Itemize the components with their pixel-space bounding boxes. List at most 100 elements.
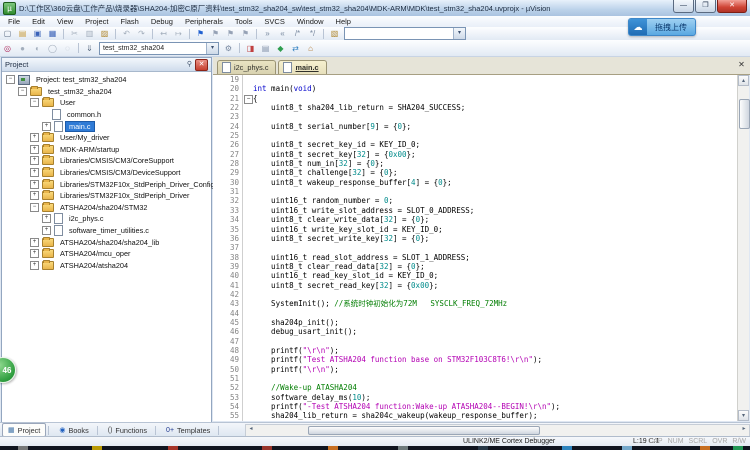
tree-item[interactable]: +Libraries/CMSIS/CM3/DeviceSupport <box>2 167 211 179</box>
tree-item[interactable]: common.h <box>2 109 211 121</box>
tree-item[interactable]: +Libraries/STM32F10x_StdPeriph_Driver <box>2 190 211 202</box>
panel-tab-books[interactable]: ◉Books <box>53 423 94 437</box>
disable-all-breakpoints-icon[interactable]: ◯ <box>46 43 59 54</box>
expand-icon[interactable]: + <box>42 214 51 223</box>
chevron-down-icon[interactable]: ▾ <box>206 43 218 54</box>
tree-item[interactable]: +ATSHA204/atsha204 <box>2 260 211 272</box>
horizontal-scroll-thumb[interactable] <box>308 426 540 435</box>
insert-bookmark-icon[interactable]: ⚑ <box>194 28 207 39</box>
redo-icon[interactable]: ↷ <box>135 28 148 39</box>
save-file-icon[interactable]: ▣ <box>31 28 44 39</box>
tree-item[interactable]: +software_timer_utilities.c <box>2 225 211 237</box>
unindent-icon[interactable]: « <box>276 28 289 39</box>
menu-edit[interactable]: Edit <box>26 17 51 26</box>
expand-icon[interactable]: + <box>42 226 51 235</box>
menu-file[interactable]: File <box>2 17 26 26</box>
close-button[interactable]: ✕ <box>717 0 747 13</box>
tree-item[interactable]: +User/My_driver <box>2 132 211 144</box>
file-extensions-icon[interactable]: ◆ <box>274 43 287 54</box>
expand-icon[interactable]: + <box>30 261 39 270</box>
tree-item[interactable]: −test_stm32_sha204 <box>2 86 211 98</box>
cut-icon[interactable]: ✂ <box>68 28 81 39</box>
target-select[interactable]: test_stm32_sha204▾ <box>99 42 219 55</box>
cloud-upload-button[interactable]: ☁ 拖拽上传 <box>628 18 696 36</box>
expand-icon[interactable]: + <box>42 122 51 131</box>
copy-icon[interactable]: ▥ <box>83 28 96 39</box>
pin-icon[interactable]: ⚲ <box>184 60 195 70</box>
menu-project[interactable]: Project <box>79 17 114 26</box>
chevron-down-icon[interactable]: ▾ <box>453 28 465 39</box>
enable-disable-breakpoint-icon[interactable]: ◐ <box>31 43 44 54</box>
menu-debug[interactable]: Debug <box>145 17 179 26</box>
minimize-button[interactable]: — <box>673 0 694 13</box>
expand-icon[interactable]: + <box>30 180 39 189</box>
menu-help[interactable]: Help <box>330 17 357 26</box>
expand-icon[interactable]: + <box>30 156 39 165</box>
scroll-right-icon[interactable]: ▸ <box>739 425 749 434</box>
flash-download-icon[interactable]: ⇓ <box>83 43 96 54</box>
uncomment-icon[interactable]: */ <box>306 28 319 39</box>
debug-session-icon[interactable]: ◎ <box>1 43 14 54</box>
menu-tools[interactable]: Tools <box>229 17 259 26</box>
manage-books-icon[interactable]: ▤ <box>259 43 272 54</box>
expand-icon[interactable]: + <box>30 191 39 200</box>
menu-flash[interactable]: Flash <box>115 17 145 26</box>
menu-svcs[interactable]: SVCS <box>258 17 290 26</box>
open-file-icon[interactable]: ▤ <box>16 28 29 39</box>
tree-item[interactable]: −ATSHA204/sha204/STM32 <box>2 202 211 214</box>
panel-tab-project[interactable]: ▦Project <box>2 423 46 437</box>
panel-tab-functions[interactable]: ()Functions <box>102 423 153 437</box>
tree-item[interactable]: +Libraries/CMSIS/CM3/CoreSupport <box>2 155 211 167</box>
vertical-scroll-thumb[interactable] <box>739 99 750 129</box>
navigate-forward-icon[interactable]: ↦ <box>172 28 185 39</box>
comment-icon[interactable]: /* <box>291 28 304 39</box>
undo-icon[interactable]: ↶ <box>120 28 133 39</box>
next-bookmark-icon[interactable]: ⚑ <box>209 28 222 39</box>
new-file-icon[interactable]: ▢ <box>1 28 14 39</box>
expand-icon[interactable]: + <box>30 249 39 258</box>
indent-icon[interactable]: » <box>261 28 274 39</box>
navigate-back-icon[interactable]: ↤ <box>157 28 170 39</box>
panel-close-icon[interactable]: ✕ <box>195 59 208 71</box>
manage-project-items-icon[interactable]: ◨ <box>244 43 257 54</box>
editor-tab-i2c_phys-c[interactable]: i2c_phys.c <box>217 60 276 74</box>
collapse-icon[interactable]: − <box>18 87 27 96</box>
editor-tab-main-c[interactable]: main.c <box>278 60 326 74</box>
expand-icon[interactable]: + <box>30 133 39 142</box>
scroll-up-icon[interactable]: ▴ <box>738 75 749 86</box>
title-bar[interactable]: µ D:\工作区\360云盘\工作产品\烧录器\SHA204-加密C原厂资料\t… <box>0 0 750 17</box>
tree-item[interactable]: +ATSHA204/sha204/sha204_lib <box>2 236 211 248</box>
vertical-scrollbar[interactable]: ▴ ▾ <box>737 75 749 421</box>
tree-item[interactable]: +main.c <box>2 120 211 132</box>
tree-item[interactable]: +i2c_phys.c <box>2 213 211 225</box>
document-close-icon[interactable]: ✕ <box>736 59 747 70</box>
find-in-files-icon[interactable]: ▧ <box>328 28 341 39</box>
code-editor[interactable]: 1920int main(void)21−{22 uint8_t sha204_… <box>213 75 738 421</box>
paste-icon[interactable]: ▨ <box>98 28 111 39</box>
collapse-icon[interactable]: − <box>30 98 39 107</box>
tree-item[interactable]: +MDK-ARM/startup <box>2 144 211 156</box>
clear-bookmarks-icon[interactable]: ⚑ <box>239 28 252 39</box>
find-combobox[interactable]: ▾ <box>344 27 466 40</box>
expand-icon[interactable]: + <box>30 238 39 247</box>
kill-all-breakpoints-icon[interactable]: ◌ <box>61 43 74 54</box>
menu-peripherals[interactable]: Peripherals <box>179 17 229 26</box>
options-for-target-icon[interactable]: ⚙ <box>222 43 235 54</box>
previous-bookmark-icon[interactable]: ⚑ <box>224 28 237 39</box>
insert-remove-breakpoint-icon[interactable]: ● <box>16 43 29 54</box>
collapse-icon[interactable]: − <box>6 75 15 84</box>
tree-item[interactable]: −Project: test_stm32_sha204 <box>2 74 211 86</box>
tree-item[interactable]: +Libraries/STM32F10x_StdPeriph_Driver_Co… <box>2 178 211 190</box>
tree-item[interactable]: +ATSHA204/mcu_oper <box>2 248 211 260</box>
restore-button[interactable]: ❐ <box>695 0 716 13</box>
expand-icon[interactable]: + <box>30 145 39 154</box>
scroll-down-icon[interactable]: ▾ <box>738 410 749 421</box>
menu-view[interactable]: View <box>51 17 79 26</box>
scroll-left-icon[interactable]: ◂ <box>246 425 256 434</box>
expand-icon[interactable]: + <box>30 168 39 177</box>
environment-setup-icon[interactable]: ⇄ <box>289 43 302 54</box>
panel-tab-templates[interactable]: 0+Templates <box>160 423 216 437</box>
pack-installer-icon[interactable]: ⌂ <box>304 43 317 54</box>
tree-item[interactable]: −User <box>2 97 211 109</box>
save-all-icon[interactable]: ▦ <box>46 28 59 39</box>
